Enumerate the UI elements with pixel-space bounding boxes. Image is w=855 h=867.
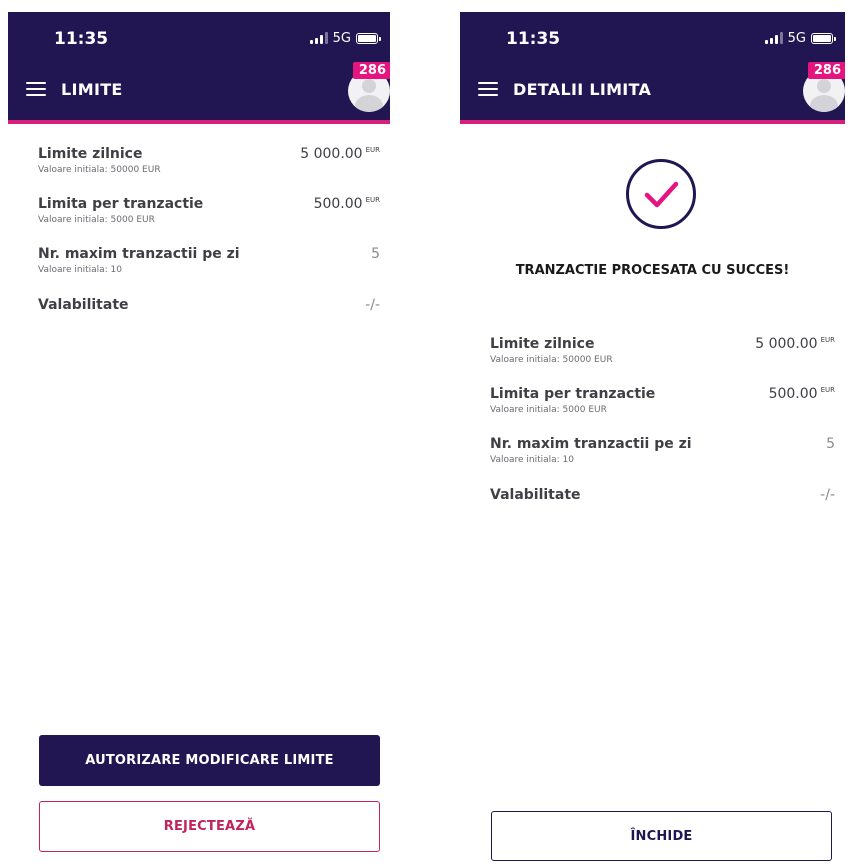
limit-value: -/- xyxy=(820,487,835,503)
success-message: TRANZACTIE PROCESATA CU SUCCES! xyxy=(515,263,790,278)
limit-row-validity: Valabilitate -/- xyxy=(38,297,380,313)
limit-row-daily: Limite zilnice Valoare initiala: 50000 E… xyxy=(490,336,835,365)
limit-label: Nr. maxim tranzactii pe zi xyxy=(490,436,692,452)
limit-value: 5 000.00 EUR xyxy=(300,146,380,162)
check-circle-icon xyxy=(626,159,696,229)
authorize-button[interactable]: AUTORIZARE MODIFICARE LIMITE xyxy=(39,735,380,786)
network-label: 5G xyxy=(332,30,351,46)
reject-button[interactable]: REJECTEAZĂ xyxy=(39,801,380,852)
notification-badge[interactable]: 286 xyxy=(352,62,390,79)
limit-initial-value: Valoare initiala: 10 xyxy=(38,265,123,275)
signal-icon xyxy=(764,32,783,44)
limits-screen: 11:35 5G LIMITE 286 Limite zilnice Valoa… xyxy=(8,0,390,867)
limit-details-screen: 11:35 5G DETALII LIMITA 286 TRANZACTIE P… xyxy=(460,0,845,867)
signal-icon xyxy=(309,32,328,44)
network-label: 5G xyxy=(787,30,806,46)
status-indicators: 5G xyxy=(309,30,381,46)
limit-label: Nr. maxim tranzactii pe zi xyxy=(38,246,240,262)
limit-row-per-transaction: Limita per tranzactie Valoare initiala: … xyxy=(38,196,380,225)
status-time: 11:35 xyxy=(54,29,109,49)
hamburger-menu-icon[interactable] xyxy=(26,81,46,97)
limit-row-daily: Limite zilnice Valoare initiala: 50000 E… xyxy=(38,146,380,175)
limit-value: 5 xyxy=(826,436,835,452)
notification-badge[interactable]: 286 xyxy=(807,62,845,79)
limit-row-per-transaction: Limita per tranzactie Valoare initiala: … xyxy=(490,386,835,415)
close-button[interactable]: ÎNCHIDE xyxy=(491,811,832,861)
limit-row-validity: Valabilitate -/- xyxy=(490,487,835,503)
limit-label: Valabilitate xyxy=(490,487,581,503)
page-title: LIMITE xyxy=(61,80,123,99)
limit-initial-value: Valoare initiala: 5000 EUR xyxy=(38,215,155,225)
app-header: 11:35 5G LIMITE 286 xyxy=(8,12,390,124)
status-indicators: 5G xyxy=(764,30,836,46)
limit-row-max-transactions: Nr. maxim tranzactii pe zi Valoare initi… xyxy=(38,246,380,275)
limit-initial-value: Valoare initiala: 50000 EUR xyxy=(38,165,161,175)
limit-initial-value: Valoare initiala: 50000 EUR xyxy=(490,355,613,365)
limit-row-max-transactions: Nr. maxim tranzactii pe zi Valoare initi… xyxy=(490,436,835,465)
app-header: 11:35 5G DETALII LIMITA 286 xyxy=(460,12,845,124)
status-time: 11:35 xyxy=(506,29,561,49)
limit-value: 500.00 EUR xyxy=(313,196,380,212)
limit-value: 5 xyxy=(371,246,380,262)
limit-label: Valabilitate xyxy=(38,297,129,313)
hamburger-menu-icon[interactable] xyxy=(478,81,498,97)
page-title: DETALII LIMITA xyxy=(513,80,652,99)
limit-value: 500.00 EUR xyxy=(768,386,835,402)
limit-value: -/- xyxy=(365,297,380,313)
limit-initial-value: Valoare initiala: 10 xyxy=(490,455,575,465)
limit-initial-value: Valoare initiala: 5000 EUR xyxy=(490,405,607,415)
limit-value: 5 000.00 EUR xyxy=(755,336,835,352)
battery-icon xyxy=(811,32,836,44)
battery-icon xyxy=(356,32,381,44)
